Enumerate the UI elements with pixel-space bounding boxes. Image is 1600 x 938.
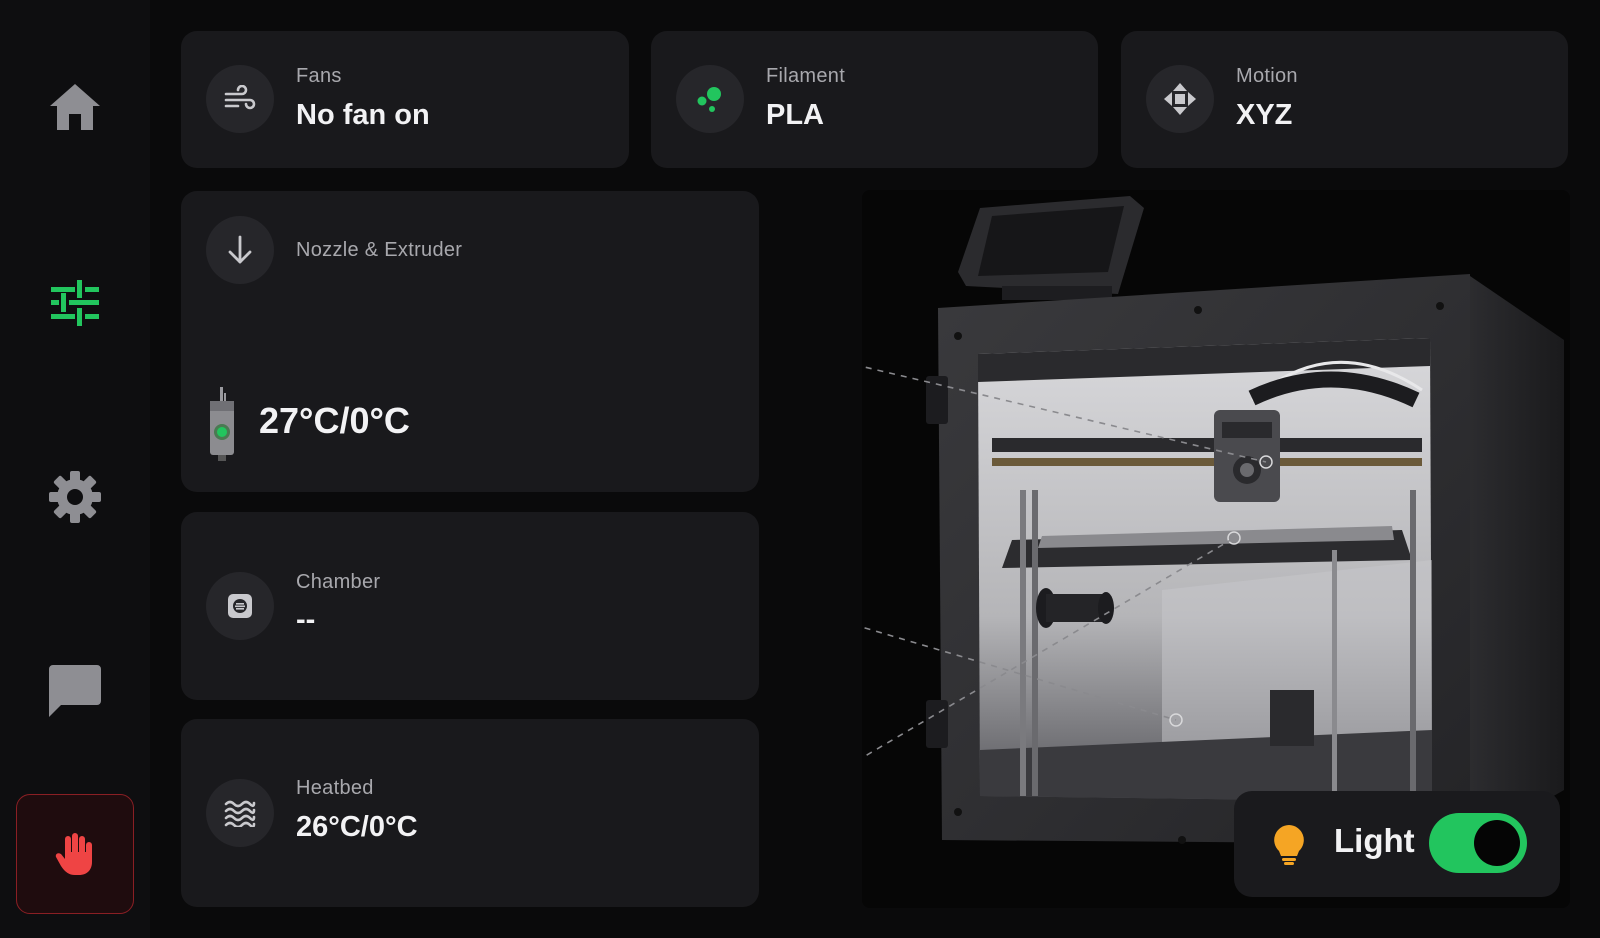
filament-icon-button xyxy=(676,65,744,133)
filament-value: PLA xyxy=(766,99,824,131)
home-icon xyxy=(50,84,100,130)
emergency-stop-button[interactable] xyxy=(16,794,134,914)
arrow-down-icon xyxy=(228,235,252,264)
lightbulb-icon xyxy=(1274,825,1304,865)
heatbed-value: 26°C/0°C xyxy=(296,811,418,843)
light-control: Light xyxy=(1234,791,1560,897)
fans-icon-button xyxy=(206,65,274,133)
chamber-value: -- xyxy=(296,604,316,636)
filament-label: Filament xyxy=(766,65,846,87)
light-toggle[interactable] xyxy=(1429,813,1527,873)
heat-waves-icon xyxy=(224,800,256,827)
motion-card[interactable]: Motion XYZ xyxy=(1121,31,1568,168)
light-label: Light xyxy=(1334,822,1415,859)
chat-icon xyxy=(49,665,101,717)
nav-settings-button[interactable] xyxy=(16,438,134,556)
gear-icon xyxy=(49,471,101,523)
nozzle-label: Nozzle & Extruder xyxy=(296,239,463,261)
chamber-icon xyxy=(228,594,252,618)
hand-stop-icon xyxy=(55,833,92,875)
nozzle-card[interactable]: Nozzle & Extruder 27°C/0°C xyxy=(181,191,759,492)
fans-label: Fans xyxy=(296,65,342,87)
nozzle-icon-button xyxy=(206,216,274,284)
nav-tune-button[interactable] xyxy=(16,244,134,362)
heatbed-card[interactable]: Heatbed 26°C/0°C xyxy=(181,719,759,907)
nozzle-value: 27°C/0°C xyxy=(259,400,410,441)
motion-value: XYZ xyxy=(1236,99,1293,131)
chamber-label: Chamber xyxy=(296,571,381,593)
sidebar xyxy=(0,0,150,938)
fans-value: No fan on xyxy=(296,99,430,131)
motion-icon-button xyxy=(1146,65,1214,133)
sliders-icon xyxy=(51,280,99,326)
nav-home-button[interactable] xyxy=(16,48,134,166)
fans-card[interactable]: Fans No fan on xyxy=(181,31,629,168)
heatbed-label: Heatbed xyxy=(296,777,374,799)
move-arrows-icon xyxy=(1164,83,1196,115)
extruder-icon xyxy=(210,387,234,461)
motion-label: Motion xyxy=(1236,65,1298,87)
fan-wind-icon xyxy=(224,85,256,110)
filament-dots-icon xyxy=(697,87,721,112)
heatbed-icon-button xyxy=(206,779,274,847)
nav-messages-button[interactable] xyxy=(16,632,134,750)
chamber-card[interactable]: Chamber -- xyxy=(181,512,759,700)
toggle-knob xyxy=(1474,820,1520,866)
filament-card[interactable]: Filament PLA xyxy=(651,31,1098,168)
chamber-icon-button xyxy=(206,572,274,640)
